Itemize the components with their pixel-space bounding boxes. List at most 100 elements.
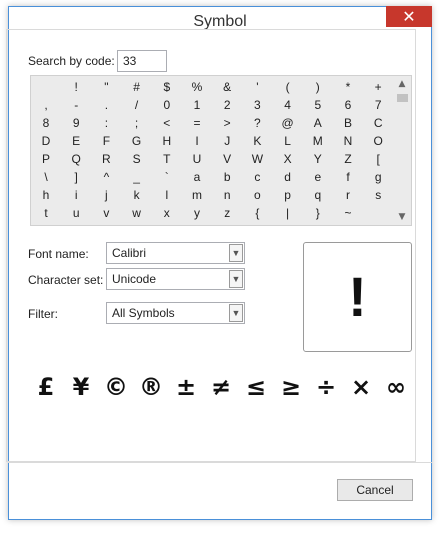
symbol-cell[interactable]: W xyxy=(242,150,272,168)
symbol-cell[interactable]: H xyxy=(152,132,182,150)
symbol-cell[interactable]: , xyxy=(31,96,61,114)
symbol-cell[interactable]: D xyxy=(31,132,61,150)
symbol-cell[interactable]: N xyxy=(333,132,363,150)
symbol-cell[interactable]: b xyxy=(212,168,242,186)
chevron-down-icon[interactable]: ▼ xyxy=(229,270,243,288)
filter-select[interactable]: All Symbols ▼ xyxy=(106,302,245,324)
scroll-up-icon[interactable]: ▲ xyxy=(393,76,411,92)
symbol-cell[interactable]: | xyxy=(273,204,303,222)
symbol-cell[interactable]: { xyxy=(242,204,272,222)
symbol-cell[interactable]: g xyxy=(363,168,393,186)
symbol-cell[interactable]: r xyxy=(333,186,363,204)
symbol-cell[interactable]: p xyxy=(273,186,303,204)
symbol-cell[interactable]: ! xyxy=(61,78,91,96)
chevron-down-icon[interactable]: ▼ xyxy=(229,304,243,322)
symbol-cell[interactable]: 2 xyxy=(212,96,242,114)
symbol-cell[interactable]: a xyxy=(182,168,212,186)
search-code-input[interactable]: 33 xyxy=(117,50,167,72)
symbol-cell[interactable]: T xyxy=(152,150,182,168)
symbol-cell[interactable]: # xyxy=(122,78,152,96)
symbol-cell[interactable]: ' xyxy=(242,78,272,96)
symbol-cell[interactable]: > xyxy=(212,114,242,132)
recent-symbol[interactable]: ≠ xyxy=(203,373,239,401)
symbol-cell[interactable]: _ xyxy=(122,168,152,186)
symbol-cell[interactable]: P xyxy=(31,150,61,168)
recent-symbol[interactable]: ± xyxy=(168,373,204,401)
symbol-cell[interactable]: J xyxy=(212,132,242,150)
recent-symbol[interactable]: ® xyxy=(133,373,169,401)
recent-symbol[interactable]: £ xyxy=(28,373,64,401)
symbol-cell[interactable]: K xyxy=(242,132,272,150)
symbol-cell[interactable]: s xyxy=(363,186,393,204)
symbol-cell[interactable]: ] xyxy=(61,168,91,186)
symbol-cell[interactable]: S xyxy=(122,150,152,168)
symbol-cell[interactable]: o xyxy=(242,186,272,204)
symbol-cell[interactable]: $ xyxy=(152,78,182,96)
symbol-cell[interactable]: n xyxy=(212,186,242,204)
symbol-cell[interactable]: G xyxy=(122,132,152,150)
symbol-cell[interactable]: Z xyxy=(333,150,363,168)
symbol-cell[interactable]: * xyxy=(333,78,363,96)
symbol-cell[interactable]: 6 xyxy=(333,96,363,114)
symbol-cell[interactable]: F xyxy=(91,132,121,150)
character-set-select[interactable]: Unicode ▼ xyxy=(106,268,245,290)
symbol-grid-scrollbar[interactable]: ▲ ▼ xyxy=(393,76,411,225)
symbol-cell[interactable]: 8 xyxy=(31,114,61,132)
symbol-cell[interactable]: B xyxy=(333,114,363,132)
symbol-cell[interactable]: j xyxy=(91,186,121,204)
symbol-cell[interactable]: U xyxy=(182,150,212,168)
symbol-cell[interactable]: y xyxy=(182,204,212,222)
symbol-cell[interactable]: X xyxy=(273,150,303,168)
symbol-cell[interactable]: 9 xyxy=(61,114,91,132)
symbol-cell[interactable]: \ xyxy=(31,168,61,186)
symbol-cell[interactable]: = xyxy=(182,114,212,132)
symbol-cell[interactable]: ` xyxy=(152,168,182,186)
symbol-cell[interactable]: l xyxy=(152,186,182,204)
symbol-cell[interactable]: } xyxy=(303,204,333,222)
symbol-cell[interactable]: q xyxy=(303,186,333,204)
symbol-cell[interactable]: A xyxy=(303,114,333,132)
symbol-cell[interactable]: ^ xyxy=(91,168,121,186)
symbol-cell[interactable]: ( xyxy=(273,78,303,96)
symbol-cell[interactable]: : xyxy=(91,114,121,132)
symbol-cell[interactable]: + xyxy=(363,78,393,96)
close-icon[interactable]: ✕ xyxy=(386,6,432,27)
font-name-select[interactable]: Calibri ▼ xyxy=(106,242,245,264)
symbol-cell[interactable]: ) xyxy=(303,78,333,96)
symbol-cell[interactable]: ~ xyxy=(333,204,363,222)
symbol-cell[interactable]: z xyxy=(212,204,242,222)
symbol-cell[interactable]: c xyxy=(242,168,272,186)
symbol-cell[interactable]: m xyxy=(182,186,212,204)
symbol-cell[interactable]: t xyxy=(31,204,61,222)
symbol-cell[interactable]: . xyxy=(91,96,121,114)
symbol-cell[interactable]: / xyxy=(122,96,152,114)
symbol-cell[interactable]: < xyxy=(152,114,182,132)
recent-symbol[interactable]: ≥ xyxy=(273,373,309,401)
symbol-cell[interactable]: v xyxy=(91,204,121,222)
symbol-cell[interactable]: V xyxy=(212,150,242,168)
recent-symbol[interactable]: ÷ xyxy=(308,373,344,401)
symbol-cell[interactable]: ? xyxy=(242,114,272,132)
symbol-cell[interactable]: w xyxy=(122,204,152,222)
recent-symbol[interactable]: ∞ xyxy=(378,373,414,401)
symbol-cell[interactable]: Y xyxy=(303,150,333,168)
symbol-cell[interactable]: 3 xyxy=(242,96,272,114)
symbol-cell[interactable]: d xyxy=(273,168,303,186)
cancel-button[interactable]: Cancel xyxy=(337,479,413,501)
symbol-cell[interactable]: e xyxy=(303,168,333,186)
symbol-cell[interactable]: i xyxy=(61,186,91,204)
chevron-down-icon[interactable]: ▼ xyxy=(229,244,243,262)
scroll-down-icon[interactable]: ▼ xyxy=(393,209,411,225)
symbol-cell[interactable]: - xyxy=(61,96,91,114)
symbol-cell[interactable]: E xyxy=(61,132,91,150)
symbol-cell[interactable]: I xyxy=(182,132,212,150)
symbol-cell[interactable]: M xyxy=(303,132,333,150)
symbol-cell[interactable]: 1 xyxy=(182,96,212,114)
symbol-cell[interactable]: % xyxy=(182,78,212,96)
recent-symbol[interactable]: × xyxy=(343,373,379,401)
symbol-cell[interactable]: x xyxy=(152,204,182,222)
symbol-cell[interactable]: u xyxy=(61,204,91,222)
symbol-cell[interactable]: f xyxy=(333,168,363,186)
symbol-cell[interactable]: " xyxy=(91,78,121,96)
symbol-cell[interactable]: 7 xyxy=(363,96,393,114)
